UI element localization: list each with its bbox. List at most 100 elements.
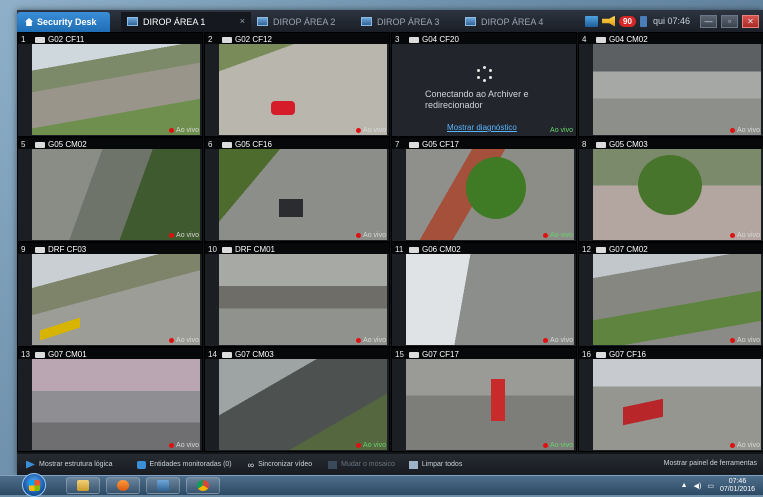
camera-tile[interactable]: 3 G04 CF20 Conectando ao Archiver e redi… xyxy=(391,32,577,137)
camera-tile[interactable]: 12 G07 CM02 Ao vivo xyxy=(578,242,763,347)
camera-tile[interactable]: 11 G06 CM02 Ao vivo xyxy=(391,242,577,347)
camera-name: G02 CF12 xyxy=(235,35,272,44)
taskbar-media-player[interactable] xyxy=(106,477,140,494)
tasks-icon[interactable] xyxy=(585,15,599,27)
mosaic-icon xyxy=(328,460,338,469)
camera-name: G04 CF20 xyxy=(422,35,459,44)
taskbar-clock[interactable]: 07:46 07/01/2016 xyxy=(720,478,755,494)
camera-tile[interactable]: 9 DRF CF03 Ao vivo xyxy=(17,242,203,347)
taskbar-security-desk[interactable] xyxy=(146,477,180,494)
camera-tile[interactable]: 14 G07 CM03 Ao vivo xyxy=(204,347,390,452)
camera-name: G04 CM02 xyxy=(609,35,648,44)
maximize-button[interactable]: ▫ xyxy=(721,14,738,28)
camera-icon xyxy=(222,246,232,253)
tile-number: 12 xyxy=(582,245,591,254)
taskbar-explorer[interactable] xyxy=(66,477,100,494)
tab-dirop-area-1[interactable]: DIROP ÁREA 1 × xyxy=(121,12,251,32)
home-icon xyxy=(25,18,33,26)
camera-icon xyxy=(35,246,45,253)
media-player-icon xyxy=(117,480,129,491)
tile-number: 15 xyxy=(395,350,404,359)
camera-tile[interactable]: 10 DRF CM01 Ao vivo xyxy=(204,242,390,347)
folder-icon xyxy=(77,480,89,491)
tab-dirop-area-4[interactable]: DIROP ÁREA 4 xyxy=(459,12,563,32)
title-clock: qui 07:46 xyxy=(652,16,690,26)
camera-tile[interactable]: 7 G05 CF17 Ao vivo xyxy=(391,137,577,242)
volume-icon[interactable]: ◀) xyxy=(694,482,702,490)
change-mosaic-button[interactable]: Mudar o mosaico xyxy=(328,460,395,469)
video-feed xyxy=(219,359,387,450)
camera-icon xyxy=(596,36,606,43)
home-tab-label: Security Desk xyxy=(37,17,97,27)
camera-tile[interactable]: 6 G05 CF16 Ao vivo xyxy=(204,137,390,242)
bottom-toolbar: Mostrar estrutura lógica Entidades monit… xyxy=(17,454,763,475)
network-icon[interactable]: ▭ xyxy=(707,482,714,490)
monitored-entities-button[interactable]: Entidades monitoradas (0) xyxy=(136,460,232,469)
minimize-button[interactable]: — xyxy=(700,14,717,28)
clear-all-button[interactable]: Limpar todos xyxy=(408,460,462,469)
live-indicator: Ao vivo xyxy=(543,232,573,239)
video-feed xyxy=(406,149,574,240)
sync-video-button[interactable]: ∞ Sincronizar vídeo xyxy=(248,460,313,470)
camera-tile[interactable]: 16 G07 CF16 Ao vivo xyxy=(578,347,763,452)
show-hidden-icons-icon[interactable]: ▲ xyxy=(681,482,688,489)
camera-icon xyxy=(222,351,232,358)
live-indicator: Ao vivo xyxy=(356,337,386,344)
video-feed xyxy=(219,254,387,345)
monitoring-icon xyxy=(361,17,372,26)
video-feed xyxy=(406,254,574,345)
camera-name: G05 CM03 xyxy=(609,140,648,149)
camera-icon xyxy=(35,351,45,358)
connecting-message: Conectando ao Archiver e redirecionador xyxy=(425,89,529,110)
show-logical-view-button[interactable]: Mostrar estrutura lógica xyxy=(26,460,113,469)
close-icon[interactable]: × xyxy=(240,16,245,26)
tab-dirop-area-2[interactable]: DIROP ÁREA 2 xyxy=(251,12,355,32)
tile-number: 8 xyxy=(582,140,587,149)
system-tray: ▲ ◀) ▭ 07:46 07/01/2016 xyxy=(681,476,755,495)
home-tab[interactable]: Security Desk xyxy=(17,12,110,32)
security-desk-window: Security Desk DIROP ÁREA 1 × DIROP ÁREA … xyxy=(17,10,763,475)
camera-name: G07 CM02 xyxy=(609,245,648,254)
camera-tile[interactable]: 5 G05 CM02 Ao vivo xyxy=(17,137,203,242)
taskbar-chrome[interactable] xyxy=(186,477,220,494)
tile-number: 16 xyxy=(582,350,591,359)
tile-number: 7 xyxy=(395,140,400,149)
camera-icon xyxy=(596,141,606,148)
camera-tile[interactable]: 15 G07 CF17 Ao vivo xyxy=(391,347,577,452)
barrier xyxy=(40,317,80,341)
close-button[interactable]: ✕ xyxy=(742,14,759,28)
tab-bar: Security Desk DIROP ÁREA 1 × DIROP ÁREA … xyxy=(17,10,763,32)
camera-tile[interactable]: 1 G02 CF11 Ao vivo xyxy=(17,32,203,137)
camera-tile[interactable]: 2 G02 CF12 Ao vivo xyxy=(204,32,390,137)
camera-tile-grid: 1 G02 CF11 Ao vivo 2 G02 CF12 Ao vivo 3 … xyxy=(17,32,763,454)
show-diagnostics-link[interactable]: Mostrar diagnóstico xyxy=(447,123,517,132)
alarm-count-badge[interactable]: 90 xyxy=(619,15,636,27)
tile-number: 2 xyxy=(208,35,213,44)
camera-name: G07 CF17 xyxy=(422,350,459,359)
lock-icon[interactable] xyxy=(639,15,647,27)
windows-logo-icon xyxy=(29,480,40,491)
camera-tile[interactable]: 8 G05 CM03 Ao vivo xyxy=(578,137,763,242)
tile-number: 14 xyxy=(208,350,217,359)
camera-name: DRF CF03 xyxy=(48,245,87,254)
camera-tile[interactable]: 4 G04 CM02 Ao vivo xyxy=(578,32,763,137)
camera-name: G07 CM03 xyxy=(235,350,274,359)
video-feed xyxy=(593,44,761,135)
clear-icon xyxy=(408,460,418,469)
vehicle xyxy=(279,199,303,217)
camera-icon xyxy=(596,246,606,253)
camera-name: G05 CF16 xyxy=(235,140,272,149)
camera-name: G06 CM02 xyxy=(422,245,461,254)
camera-name: DRF CM01 xyxy=(235,245,276,254)
camera-name: G07 CM01 xyxy=(48,350,87,359)
tab-dirop-area-3[interactable]: DIROP ÁREA 3 xyxy=(355,12,459,32)
speaker-icon[interactable] xyxy=(602,15,616,27)
title-tray: 90 qui 07:46 — ▫ ✕ xyxy=(585,10,763,32)
camera-tile[interactable]: 13 G07 CM01 Ao vivo xyxy=(17,347,203,452)
tile-number: 13 xyxy=(21,350,30,359)
start-button[interactable] xyxy=(22,473,46,497)
show-tools-panel-button[interactable]: Mostrar painel de ferramentas xyxy=(664,460,757,467)
windows-taskbar: ▲ ◀) ▭ 07:46 07/01/2016 xyxy=(0,473,763,497)
camera-icon xyxy=(409,351,419,358)
video-feed xyxy=(593,254,761,345)
